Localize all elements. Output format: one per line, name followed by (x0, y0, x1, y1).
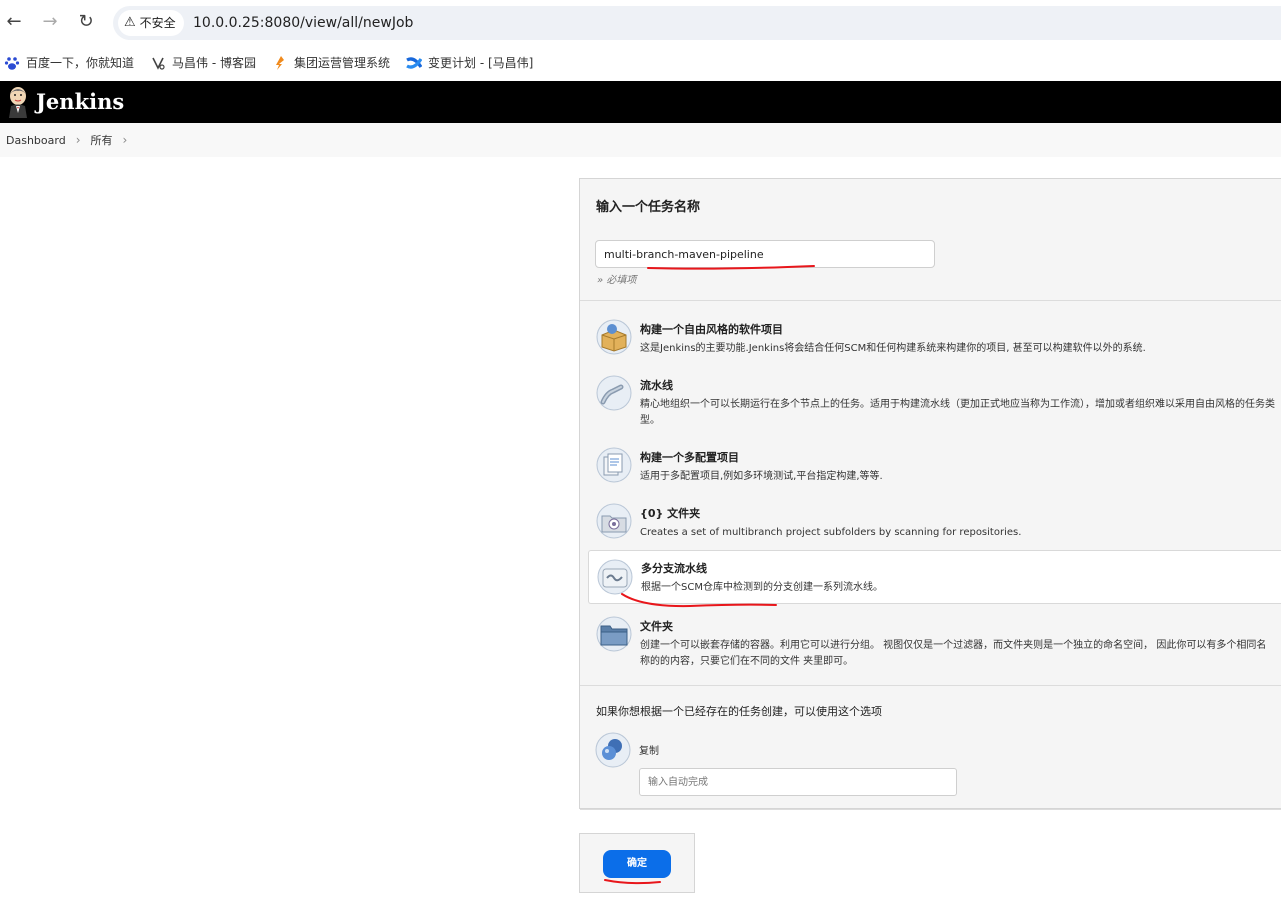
multibranch-pipeline-icon (597, 559, 633, 595)
jenkins-title[interactable]: Jenkins (36, 87, 124, 117)
job-type-list: 构建一个自由风格的软件项目 这是Jenkins的主要功能.Jenkins将会结合… (580, 301, 1281, 686)
chevron-right-icon[interactable]: › (76, 133, 81, 147)
copy-from-input[interactable] (639, 768, 957, 796)
ok-button[interactable]: 确定 (603, 850, 671, 878)
job-name-section: 输入一个任务名称 » 必填项 (580, 179, 1281, 301)
job-type-freestyle[interactable]: 构建一个自由风格的软件项目 这是Jenkins的主要功能.Jenkins将会结合… (588, 313, 1281, 363)
security-label: 不安全 (139, 16, 176, 30)
back-arrow-icon[interactable]: ← (2, 10, 26, 34)
job-type-org-folder[interactable]: {0} 文件夹 Creates a set of multibranch pro… (588, 497, 1281, 547)
job-type-description: 创建一个可以嵌套存储的容器。利用它可以进行分组。 视图仅仅是一个过滤器，而文件夹… (640, 640, 1267, 667)
folder-icon (596, 616, 632, 652)
forward-arrow-icon[interactable]: → (38, 10, 62, 34)
breadcrumb-dashboard[interactable]: Dashboard (6, 134, 66, 147)
job-type-multi-config[interactable]: 构建一个多配置项目 适用于多配置项目,例如多环境测试,平台指定构建,等等. (588, 441, 1281, 491)
new-job-panel: 输入一个任务名称 » 必填项 构建一个自由风格的软件项目 这是Jenkins的主… (579, 178, 1281, 810)
required-note: » 必填项 (597, 275, 637, 286)
warning-triangle-icon: ⚠ (124, 15, 136, 30)
browser-toolbar: ← → ↻ ⚠ 不安全 10.0.0.25:8080/view/all/newJ… (0, 0, 1281, 44)
ok-button-container: 确定 (579, 833, 695, 893)
job-name-heading: 输入一个任务名称 (596, 200, 701, 215)
jenkins-butler-logo[interactable] (6, 86, 30, 118)
job-type-folder[interactable]: 文件夹 创建一个可以嵌套存储的容器。利用它可以进行分组。 视图仅仅是一个过滤器，… (588, 610, 1281, 676)
bookmark-label: 马昌伟 - 博客园 (172, 56, 256, 70)
chevron-right-icon[interactable]: › (123, 133, 128, 147)
address-bar[interactable]: ⚠ 不安全 10.0.0.25:8080/view/all/newJob (113, 6, 1281, 40)
bookmarks-bar: 百度一下，你就知道 马昌伟 - 博客园 集团运营管理系统 变更计划 - [马昌伟… (0, 44, 1281, 81)
bookmark-label: 百度一下，你就知道 (26, 56, 135, 70)
bookmark-ops-system[interactable]: 集团运营管理系统 (272, 54, 390, 71)
job-type-label: 构建一个多配置项目 (640, 451, 739, 464)
multi-config-icon (596, 447, 632, 483)
job-type-label: 多分支流水线 (641, 562, 707, 575)
confluence-icon (406, 55, 423, 71)
job-type-pipeline[interactable]: 流水线 精心地组织一个可以长期运行在多个节点上的任务。适用于构建流水线（更加正式… (588, 369, 1281, 435)
job-type-label: 流水线 (640, 379, 673, 392)
breadcrumb-all[interactable]: 所有 (91, 132, 113, 148)
baidu-paw-icon (4, 55, 20, 71)
job-type-description: 这是Jenkins的主要功能.Jenkins将会结合任何SCM和任何构建系统来构… (640, 343, 1146, 354)
copy-label: 复制 (639, 746, 659, 757)
ops-system-icon (272, 55, 288, 71)
pipeline-icon (596, 375, 632, 411)
bookmark-label: 变更计划 - [马昌伟] (428, 56, 534, 70)
job-type-label: {0} 文件夹 (640, 507, 701, 520)
job-type-label: 文件夹 (640, 620, 673, 633)
job-type-label: 构建一个自由风格的软件项目 (640, 323, 783, 336)
url-text[interactable]: 10.0.0.25:8080/view/all/newJob (193, 6, 413, 40)
bookmark-change-plan[interactable]: 变更计划 - [马昌伟] (406, 54, 533, 71)
job-type-description: Creates a set of multibranch project sub… (640, 527, 1022, 538)
reload-icon[interactable]: ↻ (74, 10, 98, 34)
copy-icon (595, 732, 631, 768)
job-name-input[interactable] (595, 240, 935, 268)
org-folder-icon (596, 503, 632, 539)
breadcrumb: Dashboard › 所有 › (0, 123, 1281, 157)
job-type-description: 适用于多配置项目,例如多环境测试,平台指定构建,等等. (640, 471, 883, 482)
bookmark-cnblogs[interactable]: 马昌伟 - 博客园 (150, 54, 256, 71)
bookmark-baidu[interactable]: 百度一下，你就知道 (4, 54, 134, 71)
job-type-description: 精心地组织一个可以长期运行在多个节点上的任务。适用于构建流水线（更加正式地应当称… (640, 399, 1275, 426)
copy-from-section: 如果你想根据一个已经存在的任务创建，可以使用这个选项 复制 (580, 686, 1281, 810)
job-type-description: 根据一个SCM仓库中检测到的分支创建一系列流水线。 (641, 582, 883, 593)
job-type-multibranch-pipeline[interactable]: 多分支流水线 根据一个SCM仓库中检测到的分支创建一系列流水线。 (588, 550, 1281, 604)
bookmark-label: 集团运营管理系统 (293, 56, 390, 70)
cnblogs-icon (150, 55, 166, 71)
copy-from-heading: 如果你想根据一个已经存在的任务创建，可以使用这个选项 (596, 705, 882, 718)
freestyle-box-icon (596, 319, 632, 355)
jenkins-header: Jenkins (0, 81, 1281, 123)
security-chip[interactable]: ⚠ 不安全 (118, 10, 184, 36)
